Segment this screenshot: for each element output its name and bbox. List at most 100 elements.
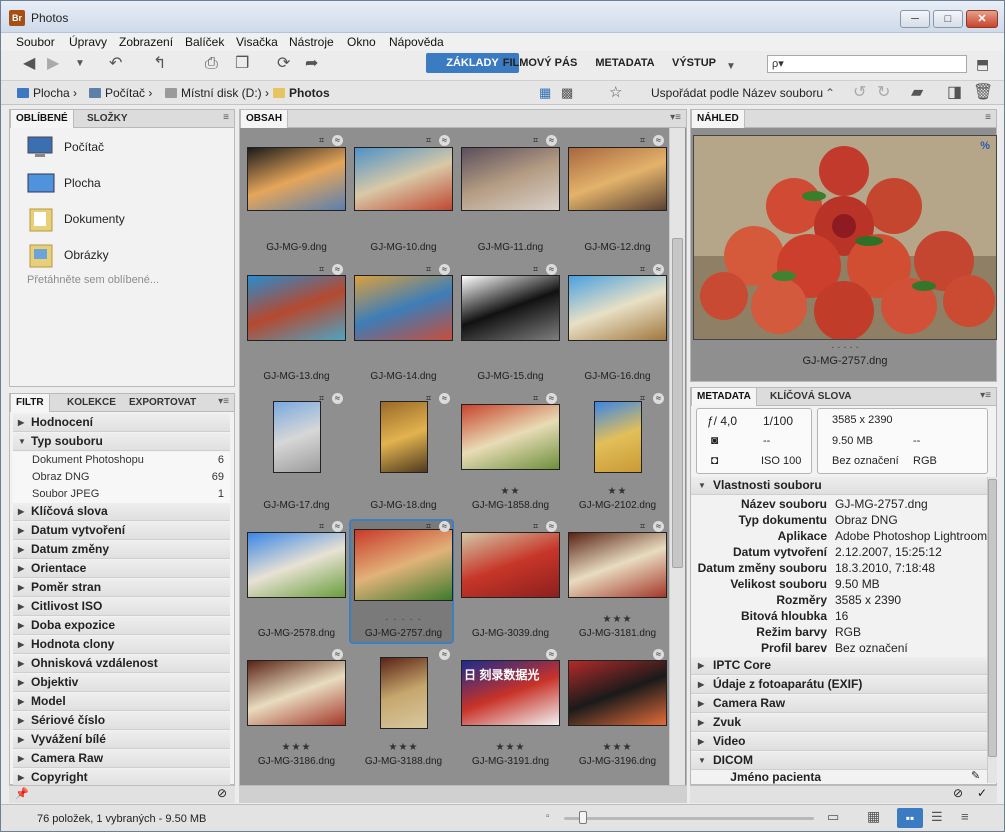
metadata-field-value[interactable]: RGB: [835, 625, 861, 639]
slider-handle[interactable]: [579, 811, 587, 824]
rating-filter-icon[interactable]: ☆: [609, 84, 622, 102]
workspace-dropdown-icon[interactable]: ▼: [726, 58, 736, 76]
recent-dropdown-icon[interactable]: ▼: [75, 55, 85, 73]
metadata-field-value[interactable]: Obraz DNG: [835, 513, 898, 527]
new-folder-icon[interactable]: ◨: [947, 84, 962, 102]
thumbnail-image[interactable]: [247, 532, 346, 598]
zoom-out-icon[interactable]: ▫: [546, 811, 550, 822]
filter-lens[interactable]: ▶ Objektiv: [13, 674, 230, 692]
thumbnail[interactable]: ⌗ ≈ GJ-MG-11.dng: [458, 135, 563, 260]
tab-keywords[interactable]: KLÍČOVÁ SLOVA: [765, 388, 856, 406]
filter-aperture[interactable]: ▶ Hodnota clony: [13, 636, 230, 654]
metadata-field-value[interactable]: Bez označení: [835, 641, 908, 655]
thumbnail-image[interactable]: [568, 660, 667, 726]
thumbnail-rating[interactable]: ★★★: [565, 614, 670, 625]
thumbnail[interactable]: ≈ ★★★ GJ-MG-3188.dng: [351, 649, 456, 774]
panel-menu-icon[interactable]: ≡: [223, 112, 229, 123]
menu-edit[interactable]: Úpravy: [69, 35, 107, 49]
thumbnail-image[interactable]: [247, 660, 346, 726]
filter-file-type[interactable]: ▼ Typ souboru: [13, 433, 230, 451]
thumbnail-image[interactable]: [354, 529, 453, 601]
filter-focal-length[interactable]: ▶ Ohnisková vzdálenost: [13, 655, 230, 673]
thumbnail-image[interactable]: [568, 532, 667, 598]
thumbnail-image[interactable]: [568, 147, 667, 211]
menu-window[interactable]: Okno: [347, 35, 376, 49]
metadata-field-value[interactable]: 2.12.2007, 15:25:12: [835, 545, 942, 559]
filter-rating[interactable]: ▶ Hodnocení: [13, 414, 230, 432]
filter-item-jpeg[interactable]: Soubor JPEG 1: [13, 486, 230, 503]
breadcrumb-folder[interactable]: Photos: [273, 86, 330, 100]
section-video[interactable]: ▶ Video: [691, 733, 987, 751]
thumbnail-quality-icon[interactable]: ▩: [561, 84, 573, 102]
thumbnail-rating[interactable]: ★★: [565, 486, 670, 497]
filter-item-psd[interactable]: Dokument Photoshopu 6: [13, 452, 230, 469]
filter-camera-raw[interactable]: ▶ Camera Raw: [13, 750, 230, 768]
thumbnail-image[interactable]: [461, 275, 560, 341]
menu-help[interactable]: Nápověda: [389, 35, 444, 49]
thumbnail[interactable]: ⌗ ≈ GJ-MG-3039.dng: [458, 521, 563, 646]
forward-arrow-icon[interactable]: ▶: [47, 55, 59, 73]
section-audio[interactable]: ▶ Zvuk: [691, 714, 987, 732]
workspace-output[interactable]: VÝSTUP: [667, 53, 721, 73]
thumbnail-image[interactable]: [354, 147, 453, 211]
favorite-desktop[interactable]: Plocha: [24, 168, 224, 198]
metadata-field-value[interactable]: 3585 x 2390: [835, 593, 901, 607]
back-arrow-icon[interactable]: ◀: [23, 55, 35, 73]
filter-date-modified[interactable]: ▶ Datum změny: [13, 541, 230, 559]
thumbnail-image[interactable]: [461, 147, 560, 211]
tab-collections[interactable]: KOLEKCE: [62, 394, 121, 412]
thumbnail-image[interactable]: [272, 401, 321, 473]
thumbnail-image[interactable]: [247, 275, 346, 341]
close-button[interactable]: ✕: [966, 10, 998, 28]
output-icon[interactable]: ➦: [305, 55, 318, 73]
metadata-field-value[interactable]: GJ-MG-2757.dng: [835, 497, 928, 511]
compact-mode-icon[interactable]: ⬒: [976, 55, 989, 73]
cancel-icon[interactable]: ⊘: [953, 786, 963, 800]
apply-check-icon[interactable]: ✓: [977, 786, 987, 800]
sort-dropdown[interactable]: Uspořádat podle Název souboru: [651, 86, 823, 100]
quality-icon[interactable]: ▦: [539, 84, 551, 102]
breadcrumb-desktop[interactable]: Plocha ›: [17, 86, 77, 100]
thumbnail[interactable]: ⌗ ≈ GJ-MG-2578.dng: [244, 521, 349, 646]
reveal-recent-icon[interactable]: ↰: [153, 55, 166, 73]
view-list-icon[interactable]: ≡: [961, 809, 969, 824]
view-thumbnails-button[interactable]: ▪▪: [897, 808, 923, 828]
rotate-right-icon[interactable]: ↻: [877, 84, 890, 102]
open-folder-icon[interactable]: ▰: [911, 84, 923, 102]
sort-order-icon[interactable]: ⌃: [825, 84, 835, 102]
metadata-field-value[interactable]: Adobe Photoshop Lightroom: [835, 529, 987, 543]
breadcrumb-computer[interactable]: Počítač ›: [89, 86, 152, 100]
thumbnail-image[interactable]: [379, 657, 428, 729]
panel-menu-icon[interactable]: ≡: [985, 112, 991, 123]
thumbnail[interactable]: ⌗ ≈ ★★ GJ-MG-1858.dng: [458, 393, 563, 518]
filter-item-dng[interactable]: Obraz DNG 69: [13, 469, 230, 486]
thumbnail-image[interactable]: 日 刻录数据光: [461, 660, 560, 726]
thumbnail[interactable]: ⌗ ≈ GJ-MG-13.dng: [244, 264, 349, 389]
menu-tools[interactable]: Nástroje: [289, 35, 334, 49]
preview-image[interactable]: %: [693, 135, 997, 341]
thumbnail-image[interactable]: [461, 404, 560, 470]
content-scrollbar[interactable]: [669, 128, 685, 785]
thumbnail[interactable]: ⌗ ≈ GJ-MG-10.dng: [351, 135, 456, 260]
thumbnail-image[interactable]: [593, 401, 642, 473]
refine-icon[interactable]: ❐: [235, 55, 249, 73]
zoom-in-icon[interactable]: ▭: [827, 809, 839, 825]
rotate-left-icon[interactable]: ↺: [853, 84, 866, 102]
thumbnail-rating[interactable]: ★★★: [244, 742, 349, 753]
favorite-pictures[interactable]: Obrázky: [24, 240, 224, 270]
camera-download-icon[interactable]: ⎙: [205, 55, 218, 73]
thumbnail[interactable]: ⌗ ≈ ★★★ GJ-MG-3181.dng: [565, 521, 670, 646]
thumbnail[interactable]: ⌗ ≈ GJ-MG-15.dng: [458, 264, 563, 389]
pin-icon[interactable]: 📌: [15, 787, 29, 800]
filter-iso[interactable]: ▶ Citlivost ISO: [13, 598, 230, 616]
thumbnail-rating[interactable]: ★★★: [458, 742, 563, 753]
scrollbar-thumb[interactable]: [672, 238, 683, 568]
filter-model[interactable]: ▶ Model: [13, 693, 230, 711]
menu-stack[interactable]: Balíček: [185, 35, 224, 49]
section-camera-raw[interactable]: ▶ Camera Raw: [691, 695, 987, 713]
thumbnail[interactable]: ⌗ ≈ GJ-MG-16.dng: [565, 264, 670, 389]
tab-favorites[interactable]: OBLÍBENÉ: [10, 110, 74, 128]
metadata-field-value[interactable]: 16: [835, 609, 848, 623]
section-iptc[interactable]: ▶ IPTC Core: [691, 657, 987, 675]
thumbnail[interactable]: ⌗ ≈ GJ-MG-17.dng: [244, 393, 349, 518]
